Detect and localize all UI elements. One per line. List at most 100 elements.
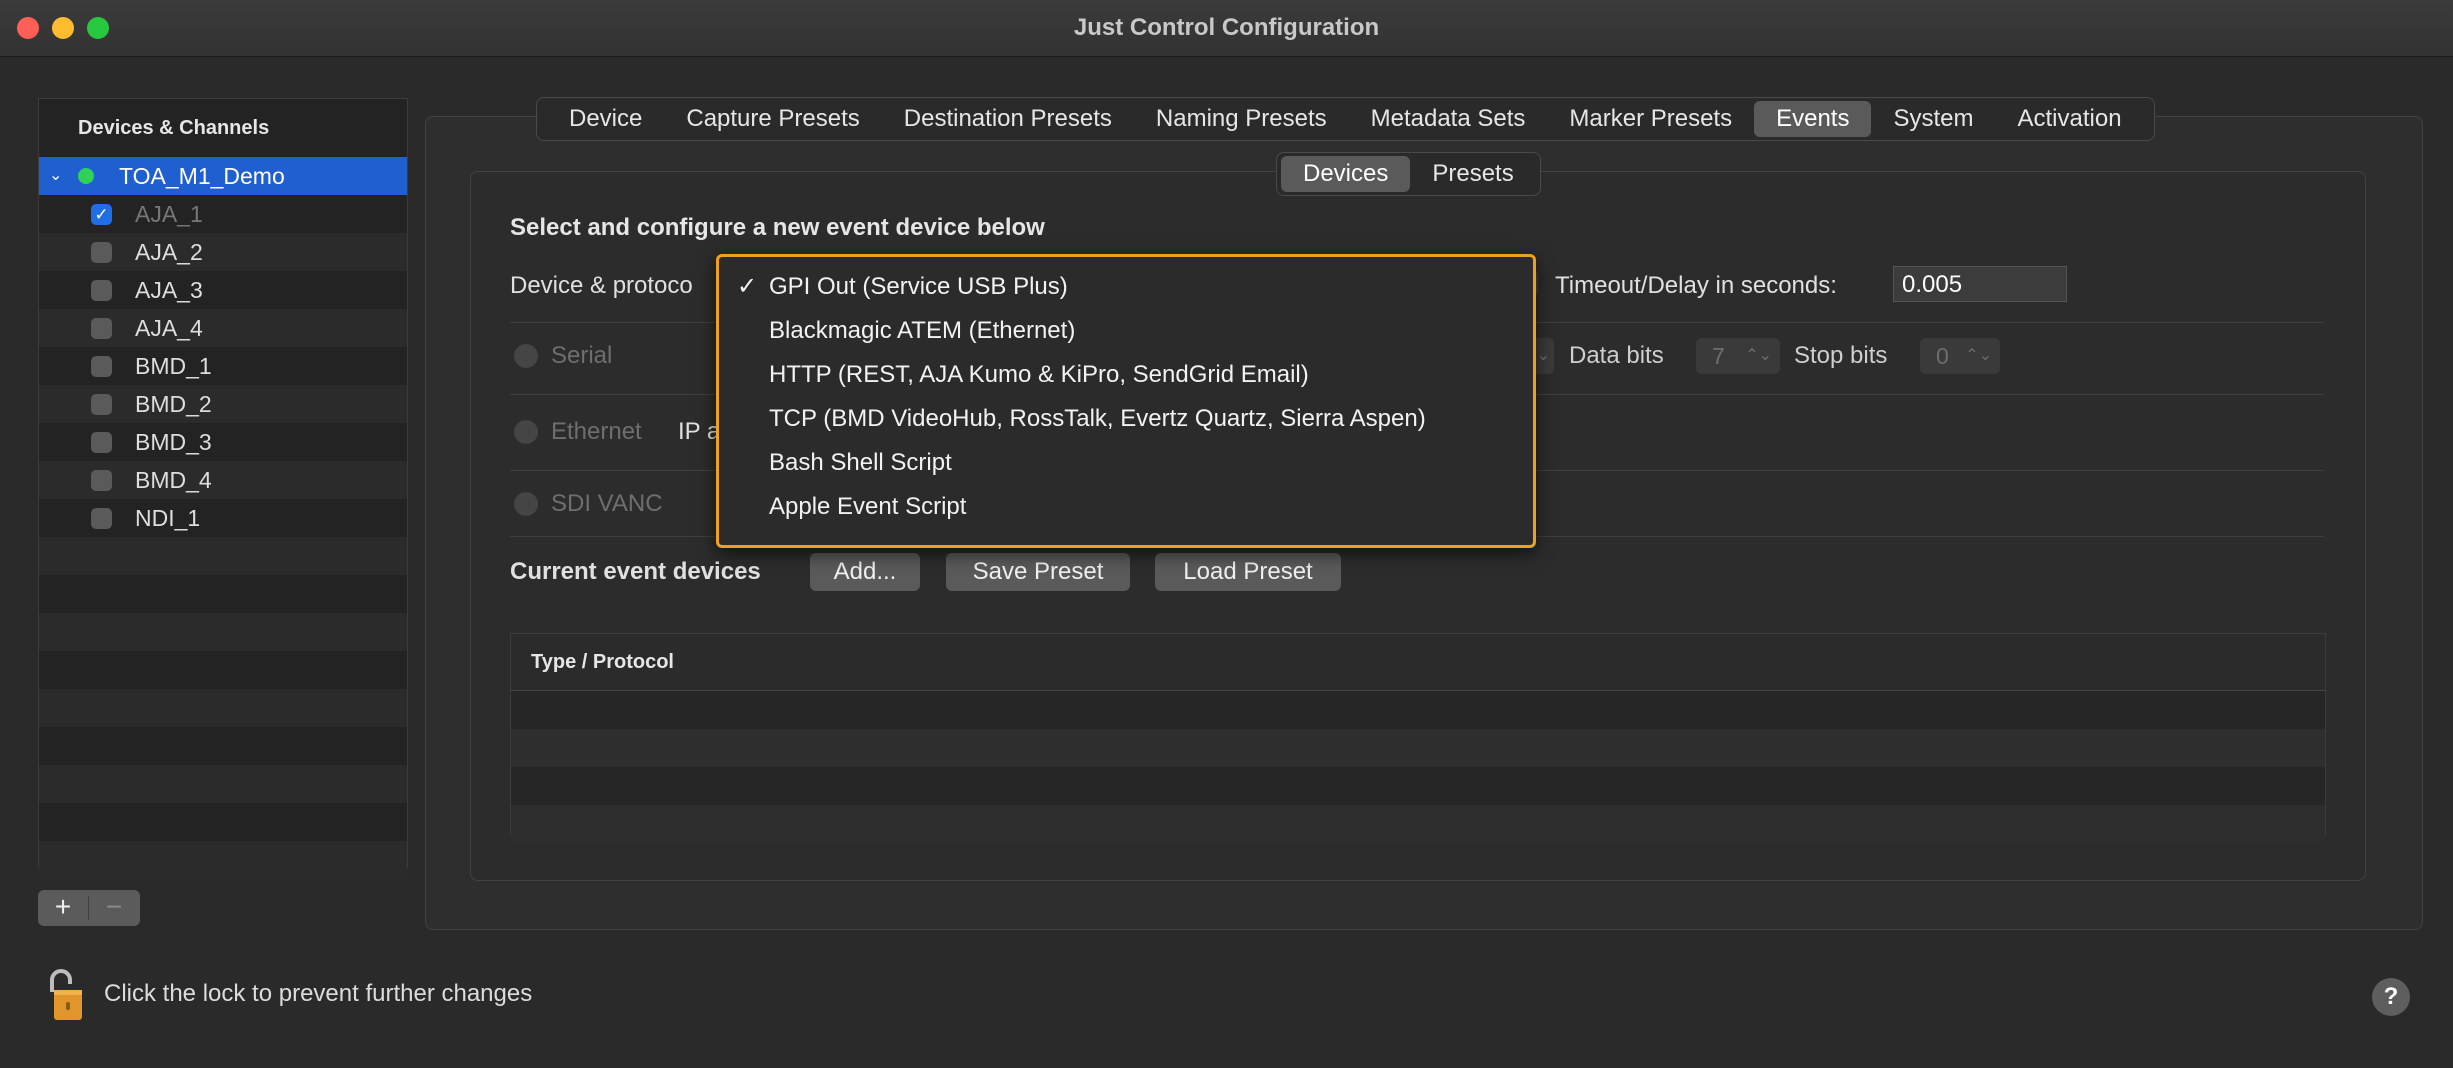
empty-row bbox=[39, 651, 407, 689]
tab-destination-presets[interactable]: Destination Presets bbox=[882, 101, 1134, 137]
menu-item-protocol[interactable]: GPI Out (Service USB Plus) bbox=[769, 265, 1068, 309]
load-preset-button[interactable]: Load Preset bbox=[1155, 553, 1341, 591]
empty-row bbox=[39, 765, 407, 803]
tab-activation[interactable]: Activation bbox=[1995, 101, 2143, 137]
table-row bbox=[511, 691, 2325, 729]
channel-checkbox[interactable] bbox=[91, 470, 112, 491]
table-row bbox=[511, 767, 2325, 805]
menu-item-protocol[interactable]: HTTP (REST, AJA Kumo & KiPro, SendGrid E… bbox=[769, 353, 1309, 397]
section-title: Select and configure a new event device … bbox=[510, 214, 1045, 241]
add-device-button[interactable]: + bbox=[38, 890, 88, 926]
channel-checkbox[interactable] bbox=[91, 432, 112, 453]
channel-label: AJA_1 bbox=[135, 201, 203, 227]
empty-row bbox=[39, 727, 407, 765]
channel-label: AJA_3 bbox=[135, 277, 203, 303]
tab-metadata-sets[interactable]: Metadata Sets bbox=[1349, 101, 1548, 137]
devices-channels-sidebar: Devices & Channels ⌄ TOA_M1_Demo ✓ AJA_1 A… bbox=[38, 98, 408, 879]
menu-item-protocol[interactable]: Bash Shell Script bbox=[769, 441, 952, 485]
channel-label: BMD_4 bbox=[135, 467, 212, 493]
serial-radio[interactable] bbox=[514, 344, 538, 368]
menu-item-protocol[interactable]: Apple Event Script bbox=[769, 485, 966, 529]
channel-checkbox[interactable] bbox=[91, 394, 112, 415]
serial-label: Serial bbox=[551, 342, 613, 369]
empty-row bbox=[39, 841, 407, 879]
channel-checkbox[interactable] bbox=[91, 508, 112, 529]
tree-item-channel[interactable]: AJA_4 bbox=[39, 309, 407, 347]
device-protocol-label: Device & protoco bbox=[510, 272, 693, 299]
channel-label: BMD_2 bbox=[135, 391, 212, 417]
tab-device[interactable]: Device bbox=[547, 101, 664, 137]
channel-label: AJA_4 bbox=[135, 315, 203, 341]
tree-item-channel[interactable]: NDI_1 bbox=[39, 499, 407, 537]
ip-address-label: IP a bbox=[678, 418, 721, 445]
channel-checkbox[interactable] bbox=[91, 242, 112, 263]
tree-item-channel[interactable]: ✓ AJA_1 bbox=[39, 195, 407, 233]
channel-checkbox[interactable] bbox=[91, 356, 112, 377]
empty-row bbox=[39, 537, 407, 575]
subtab-presets[interactable]: Presets bbox=[1410, 156, 1535, 192]
table-row bbox=[511, 729, 2325, 767]
channel-label: BMD_3 bbox=[135, 429, 212, 455]
sdi-vanc-radio[interactable] bbox=[514, 492, 538, 516]
channel-checkbox[interactable]: ✓ bbox=[91, 204, 112, 225]
timeout-input[interactable]: 0.005 bbox=[1893, 266, 2067, 302]
stop-bits-label: Stop bits bbox=[1794, 342, 1888, 369]
chevron-down-icon[interactable]: ⌄ bbox=[49, 157, 62, 195]
tab-marker-presets[interactable]: Marker Presets bbox=[1547, 101, 1754, 137]
device-tree: ⌄ TOA_M1_Demo ✓ AJA_1 AJA_2 AJA_3 AJA_4 BMD_1… bbox=[39, 157, 407, 879]
save-preset-button[interactable]: Save Preset bbox=[946, 553, 1130, 591]
data-bits-value: 7 bbox=[1712, 343, 1725, 369]
subtab-devices[interactable]: Devices bbox=[1281, 156, 1411, 192]
tree-item-channel[interactable]: AJA_2 bbox=[39, 233, 407, 271]
checkmark-icon: ✓ bbox=[737, 273, 758, 300]
empty-row bbox=[39, 613, 407, 651]
empty-row bbox=[39, 575, 407, 613]
sidebar-header: Devices & Channels bbox=[78, 117, 270, 139]
stepper-arrows-icon: ⌃⌄ bbox=[1965, 347, 1992, 364]
channel-label: NDI_1 bbox=[135, 505, 201, 531]
sidebar-add-remove-control: + − bbox=[38, 890, 140, 926]
tree-item-channel[interactable]: BMD_4 bbox=[39, 461, 407, 499]
tree-item-root-device[interactable]: ⌄ TOA_M1_Demo bbox=[39, 157, 407, 195]
stop-bits-value: 0 bbox=[1936, 343, 1949, 369]
channel-label: AJA_2 bbox=[135, 239, 203, 265]
title-bar: Just Control Configuration bbox=[0, 0, 2453, 57]
ethernet-label: Ethernet bbox=[551, 418, 642, 445]
tree-item-channel[interactable]: BMD_2 bbox=[39, 385, 407, 423]
event-devices-table: Type / Protocol bbox=[510, 633, 2326, 843]
help-button[interactable]: ? bbox=[2372, 978, 2410, 1016]
empty-row bbox=[39, 803, 407, 841]
column-header-type-protocol[interactable]: Type / Protocol bbox=[511, 634, 2325, 691]
ethernet-radio[interactable] bbox=[514, 420, 538, 444]
table-row bbox=[511, 805, 2325, 843]
tab-naming-presets[interactable]: Naming Presets bbox=[1134, 101, 1349, 137]
remove-device-button[interactable]: − bbox=[89, 890, 139, 926]
add-event-device-button[interactable]: Add... bbox=[810, 553, 920, 591]
status-dot-icon bbox=[78, 168, 94, 184]
channel-checkbox[interactable] bbox=[91, 280, 112, 301]
tree-item-channel[interactable]: BMD_1 bbox=[39, 347, 407, 385]
data-bits-stepper[interactable]: 7 ⌃⌄ bbox=[1696, 338, 1780, 374]
empty-row bbox=[39, 689, 407, 727]
tab-capture-presets[interactable]: Capture Presets bbox=[664, 101, 881, 137]
stop-bits-stepper[interactable]: 0 ⌃⌄ bbox=[1920, 338, 2000, 374]
events-subtab-bar: Devices Presets bbox=[1276, 152, 1541, 196]
sdi-vanc-label: SDI VANC bbox=[551, 490, 663, 517]
lock-hint-text: Click the lock to prevent further change… bbox=[104, 980, 533, 1007]
menu-item-protocol[interactable]: Blackmagic ATEM (Ethernet) bbox=[769, 309, 1075, 353]
window-title: Just Control Configuration bbox=[1073, 14, 1380, 41]
tree-item-channel[interactable]: AJA_3 bbox=[39, 271, 407, 309]
tab-system[interactable]: System bbox=[1871, 101, 1995, 137]
tree-item-channel[interactable]: BMD_3 bbox=[39, 423, 407, 461]
unlocked-lock-icon[interactable] bbox=[48, 966, 84, 1022]
menu-item-protocol[interactable]: TCP (BMD VideoHub, RossTalk, Evertz Quar… bbox=[769, 397, 1426, 441]
tab-events[interactable]: Events bbox=[1754, 101, 1872, 137]
current-devices-label: Current event devices bbox=[510, 558, 761, 585]
channel-checkbox[interactable] bbox=[91, 318, 112, 339]
channel-label: BMD_1 bbox=[135, 353, 212, 379]
root-device-label: TOA_M1_Demo bbox=[119, 163, 285, 189]
data-bits-label: Data bits bbox=[1569, 342, 1664, 369]
main-tab-bar: Device Capture Presets Destination Presets… bbox=[536, 97, 2155, 141]
stepper-arrows-icon: ⌃⌄ bbox=[1745, 347, 1772, 364]
timeout-label: Timeout/Delay in seconds: bbox=[1555, 272, 1837, 299]
